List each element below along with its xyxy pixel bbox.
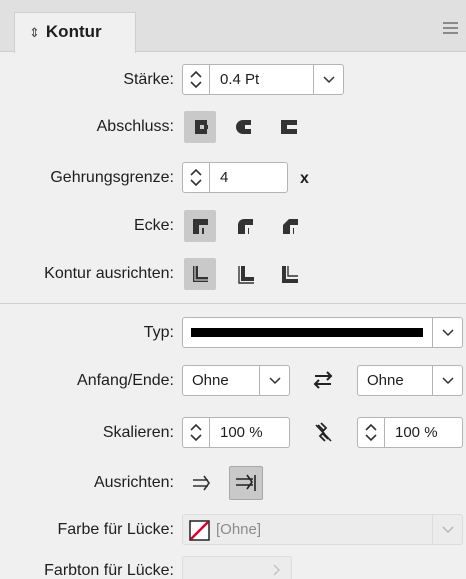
gehrungsgrenze-field[interactable]: 4: [182, 162, 288, 193]
anfang-dropdown[interactable]: Ohne: [182, 365, 290, 396]
projecting-cap-button[interactable]: [274, 111, 306, 143]
anfang-value: Ohne: [192, 372, 229, 389]
farbton-luecke-label: Farbton für Lücke:: [44, 562, 174, 579]
skalieren-end-value[interactable]: 100 %: [395, 424, 438, 441]
skalieren-start-stepper[interactable]: [183, 418, 210, 447]
skalieren-end-field[interactable]: 100 %: [357, 417, 463, 448]
stepper-icon: [365, 423, 377, 442]
ende-value: Ohne: [367, 372, 404, 389]
chevron-down-icon: [442, 377, 454, 385]
farbe-luecke-dropdown-button[interactable]: [432, 515, 462, 544]
stepper-icon: [190, 168, 202, 187]
farbton-luecke-field[interactable]: [182, 556, 292, 579]
ausrichten-label: Ausrichten:: [93, 474, 174, 491]
panel-menu-icon[interactable]: [443, 22, 458, 34]
round-join-icon: [238, 219, 253, 234]
miter-join-icon: [193, 219, 208, 234]
staerke-value[interactable]: 0.4 Pt: [220, 71, 259, 88]
round-join-button[interactable]: [229, 210, 261, 242]
typ-dropdown-button[interactable]: [432, 318, 462, 347]
skalieren-label: Skalieren:: [102, 424, 174, 441]
unlink-scale-button[interactable]: [307, 416, 339, 448]
round-cap-button[interactable]: [229, 111, 261, 143]
gehrungsgrenze-stepper[interactable]: [183, 163, 210, 192]
staerke-dropdown-button[interactable]: [313, 65, 343, 94]
section-divider: [0, 303, 466, 304]
solid-line-preview: [191, 328, 423, 337]
broken-chain-icon: [315, 422, 332, 442]
anfang-dropdown-button[interactable]: [259, 366, 289, 395]
kontur-ausrichten-label: Kontur ausrichten:: [44, 265, 174, 282]
chevron-down-icon: [323, 76, 335, 84]
arrow-inside-icon: [236, 474, 256, 491]
ende-dropdown[interactable]: Ohne: [357, 365, 463, 396]
butt-cap-button[interactable]: [184, 111, 216, 143]
arrow-tip-inside-button[interactable]: [229, 466, 263, 500]
stepper-icon: [190, 423, 202, 442]
chevron-down-icon: [442, 329, 454, 337]
swap-start-end-button[interactable]: [307, 364, 339, 396]
staerke-label: Stärke:: [123, 71, 174, 88]
chevron-down-icon: [269, 377, 281, 385]
skalieren-start-value[interactable]: 100 %: [220, 424, 263, 441]
chevron-down-icon: [442, 526, 454, 534]
align-outside-icon: [282, 266, 298, 283]
kontur-panel: ⇕ Kontur Stärke: 0.4 Pt Abschluss: Gehrun…: [0, 0, 466, 579]
chevron-right-icon: [273, 564, 281, 576]
anfang-ende-label: Anfang/Ende:: [77, 372, 174, 389]
tab-kontur[interactable]: ⇕ Kontur: [14, 12, 136, 53]
bevel-join-button[interactable]: [274, 210, 306, 242]
panel-tab-bar: ⇕ Kontur: [0, 0, 466, 53]
swap-arrows-icon: [313, 371, 333, 389]
gehrungsgrenze-unit: x: [300, 170, 309, 187]
abschluss-label: Abschluss:: [96, 118, 174, 135]
align-inside-icon: [238, 266, 254, 284]
typ-label: Typ:: [143, 324, 174, 341]
staerke-stepper[interactable]: [183, 65, 210, 94]
bevel-join-icon: [283, 219, 298, 234]
gehrungsgrenze-label: Gehrungsgrenze:: [50, 169, 174, 186]
double-arrow-icon[interactable]: ⇕: [29, 25, 40, 40]
none-swatch-icon: [189, 520, 210, 541]
skalieren-start-field[interactable]: 100 %: [182, 417, 290, 448]
gehrungsgrenze-value[interactable]: 4: [220, 169, 228, 186]
stepper-icon: [190, 70, 202, 89]
farbe-luecke-dropdown[interactable]: [Ohne]: [182, 514, 463, 545]
align-inside-button[interactable]: [229, 258, 261, 290]
ecke-label: Ecke:: [133, 217, 174, 234]
miter-join-button[interactable]: [184, 210, 216, 242]
staerke-field[interactable]: 0.4 Pt: [182, 64, 344, 95]
typ-dropdown[interactable]: [182, 317, 463, 348]
farbe-luecke-label: Farbe für Lücke:: [57, 521, 175, 538]
projecting-cap-icon: [281, 120, 297, 134]
arrow-extend-icon: [193, 475, 210, 491]
ende-dropdown-button[interactable]: [432, 366, 462, 395]
farbe-luecke-value: [Ohne]: [216, 521, 262, 538]
butt-cap-icon: [195, 120, 208, 134]
panel-title: Kontur: [45, 22, 102, 41]
skalieren-end-stepper[interactable]: [358, 418, 385, 447]
align-center-button[interactable]: [184, 258, 216, 290]
arrow-tip-extend-button[interactable]: [186, 467, 218, 499]
align-outside-button[interactable]: [274, 258, 306, 290]
round-cap-icon: [236, 120, 252, 134]
align-center-icon: [193, 266, 208, 282]
